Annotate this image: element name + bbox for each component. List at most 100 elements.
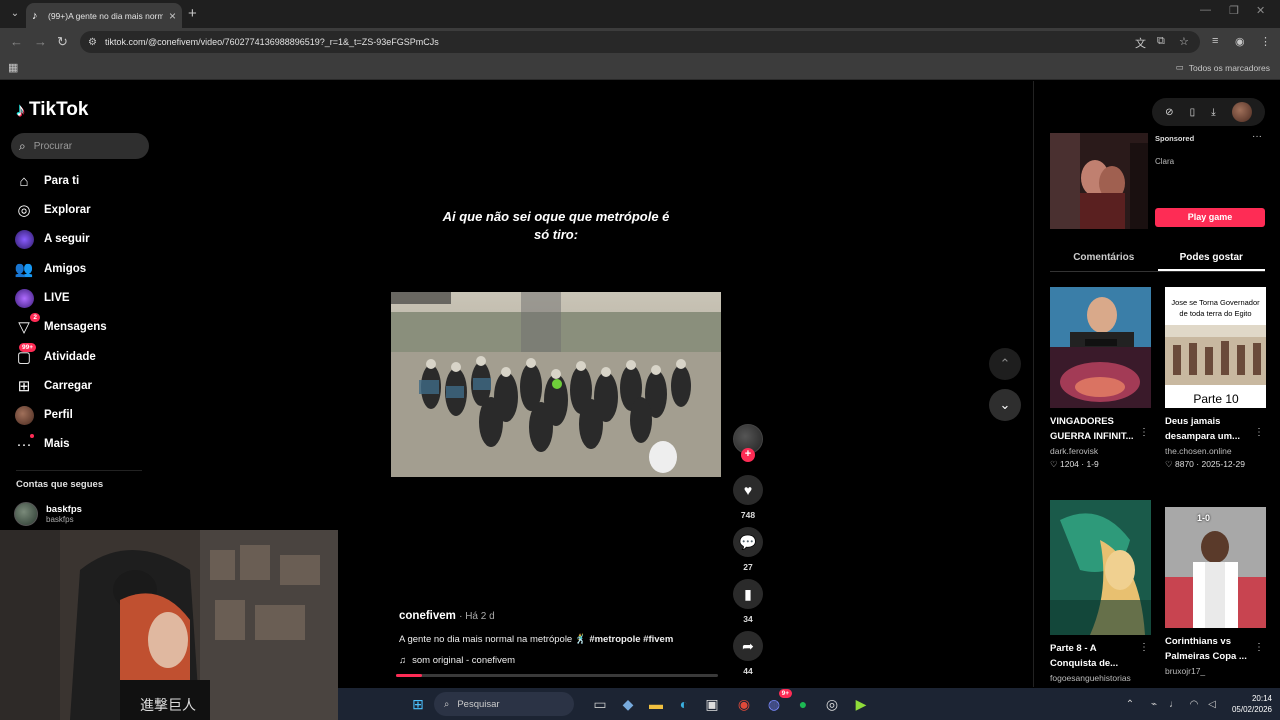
file-explorer-icon[interactable]: ▬: [646, 694, 666, 714]
translate-icon[interactable]: 文: [1135, 35, 1146, 51]
all-bookmarks-button[interactable]: ▭ Todos os marcadores: [1176, 62, 1270, 73]
follow-plus-button[interactable]: +: [741, 448, 755, 462]
site-info-icon[interactable]: ⚙: [88, 37, 97, 48]
apps-grid-icon[interactable]: ▦: [8, 61, 18, 74]
profile-icon[interactable]: ◉: [1235, 35, 1245, 48]
download-icon[interactable]: ⤓: [1211, 107, 1215, 118]
user-avatar[interactable]: [1231, 102, 1252, 122]
account-handle: baskfps: [46, 515, 74, 524]
recommended-video-card[interactable]: VINGADORES GUERRA INFINIT... ⋮ dark.fero…: [1050, 287, 1151, 470]
hashtags[interactable]: #metropole #fivem: [589, 634, 673, 645]
new-tab-icon[interactable]: +: [188, 5, 197, 22]
video-author[interactable]: conefivem · Há 2 d: [399, 610, 495, 622]
recommended-video-card[interactable]: Parte 8 - A Conquista de... ⋮ fogoesangu…: [1050, 500, 1151, 683]
widgets-icon[interactable]: ◆: [618, 694, 638, 714]
maximize-icon[interactable]: ❐: [1229, 4, 1239, 17]
browser-tab[interactable]: ♪ (99+)A gente no dia mais norm ×: [26, 3, 182, 28]
card-more-icon[interactable]: ⋮: [1139, 642, 1149, 653]
save-button[interactable]: ▮: [733, 579, 763, 609]
edge-icon[interactable]: ◐: [674, 694, 694, 714]
ad-name: Clara: [1155, 157, 1175, 166]
recommended-video-card[interactable]: 1-0 Corinthians vs Palmeiras Copa ... ⋮ …: [1165, 507, 1266, 676]
taskbar-search[interactable]: ⌕ Pesquisar: [434, 692, 574, 716]
video-description: A gente no dia mais normal na metrópole …: [399, 634, 673, 645]
sidebar-item-mais[interactable]: ··· Mais: [14, 431, 70, 457]
like-count: 748: [740, 510, 756, 520]
tiktok-logo[interactable]: ♪ TikTok: [16, 99, 88, 121]
spotify-icon[interactable]: ●: [793, 694, 813, 714]
previous-video-button[interactable]: ⌃: [989, 348, 1021, 380]
chrome-icon[interactable]: ◉: [734, 694, 754, 714]
clock-date: 05/02/2026: [1231, 705, 1272, 714]
search-input[interactable]: ⌕ Procurar: [11, 133, 149, 159]
next-video-button[interactable]: ⌄: [989, 389, 1021, 421]
card-more-icon[interactable]: ⋮: [1254, 427, 1264, 438]
back-icon[interactable]: ←: [10, 34, 23, 49]
sidebar-item-para-ti[interactable]: ⌂ Para ti: [14, 168, 79, 194]
wifi-icon[interactable]: ◠: [1184, 694, 1204, 714]
followed-account[interactable]: baskfps baskfps: [14, 502, 82, 526]
sidebar-item-carregar[interactable]: ⊞ Carregar: [14, 373, 92, 399]
sidebar-item-live[interactable]: LIVE: [14, 285, 70, 311]
like-button[interactable]: ♥: [733, 475, 763, 505]
sidebar-item-label: Explorar: [44, 204, 91, 216]
close-window-icon[interactable]: ✕: [1256, 4, 1265, 17]
sidebar-item-atividade[interactable]: ▢ 99+ Atividade: [14, 343, 96, 370]
sidebar-item-explorar[interactable]: ◎ Explorar: [14, 197, 91, 223]
coins-icon[interactable]: ⊘: [1165, 107, 1173, 118]
close-tab-icon[interactable]: ×: [169, 9, 176, 23]
top-actions: ⊘ ▯ ⤓: [1152, 98, 1265, 126]
card-date: 2025-12-29: [1201, 459, 1245, 469]
profile-avatar-icon: [14, 405, 34, 425]
sidebar-item-mensagens[interactable]: ▽ 2 Mensagens: [14, 313, 107, 340]
tab-comentarios[interactable]: Comentários: [1050, 245, 1158, 271]
card-author: fogoesanguehistorias: [1050, 673, 1131, 683]
mic-icon[interactable]: ♩: [1164, 694, 1184, 714]
bookmark-star-icon[interactable]: ☆: [1179, 35, 1189, 48]
task-view-icon[interactable]: ▭: [590, 694, 610, 714]
forward-icon[interactable]: →: [34, 34, 47, 49]
device-icon[interactable]: ▯: [1190, 107, 1196, 118]
discord-badge: 9+: [778, 689, 792, 698]
menu-icon[interactable]: ⋮: [1260, 35, 1271, 48]
comment-button[interactable]: 💬: [733, 527, 763, 557]
reload-icon[interactable]: ↻: [57, 34, 68, 50]
play-game-button[interactable]: Play game: [1155, 208, 1265, 227]
card-likes: 8870: [1174, 459, 1194, 469]
video-player[interactable]: [391, 292, 721, 477]
app-icon[interactable]: ▶: [851, 694, 871, 714]
discord-icon[interactable]: ◍ 9+: [764, 689, 792, 714]
ad-more-icon[interactable]: ···: [1252, 131, 1262, 142]
card-title: Deus jamais desampara um...: [1165, 416, 1240, 442]
video-progress-bar[interactable]: [396, 674, 718, 677]
search-icon: ⌕: [19, 138, 26, 153]
card-more-icon[interactable]: ⋮: [1254, 642, 1264, 653]
minimize-icon[interactable]: —: [1200, 4, 1211, 16]
card-date: 1-9: [1086, 459, 1099, 469]
obs-icon[interactable]: ◎: [822, 694, 842, 714]
volume-icon[interactable]: ◁: [1202, 694, 1222, 714]
recommended-video-card[interactable]: Jose se Torna Governador de toda terra d…: [1165, 287, 1266, 470]
store-icon[interactable]: ▣: [702, 694, 722, 714]
system-clock[interactable]: 20:14 05/02/2026: [1232, 693, 1272, 715]
reading-list-icon[interactable]: ≡: [1212, 35, 1218, 47]
sidebar-item-label: Mais: [44, 438, 70, 450]
share-button[interactable]: ➦: [733, 631, 763, 661]
tray-overflow-icon[interactable]: ⌃: [1120, 694, 1140, 714]
sound-link[interactable]: ♫ som original - conefivem: [399, 655, 515, 666]
card-more-icon[interactable]: ⋮: [1139, 427, 1149, 438]
address-bar[interactable]: ⚙ tiktok.com/@conefivem/video/7602774136…: [80, 31, 1200, 53]
windows-start-icon[interactable]: ⊞: [408, 694, 428, 714]
webcam-overlay: 進撃巨人: [0, 530, 338, 720]
tab-search-icon[interactable]: ⌄: [6, 5, 24, 23]
sidebar-item-a-seguir[interactable]: A seguir: [14, 226, 90, 252]
network-icon[interactable]: ⌁: [1144, 694, 1164, 714]
sidebar-item-perfil[interactable]: Perfil: [14, 402, 73, 428]
sponsored-label: Sponsored: [1155, 134, 1195, 143]
tab-podes-gostar[interactable]: Podes gostar: [1157, 245, 1265, 271]
ad-thumbnail[interactable]: [1050, 133, 1148, 229]
card-overlay-text: Jose se Torna Governador de toda terra d…: [1167, 297, 1264, 319]
cast-icon[interactable]: ⧉: [1157, 35, 1165, 48]
chevron-down-icon: ⌄: [999, 397, 1011, 412]
sidebar-item-amigos[interactable]: 👥 Amigos: [14, 256, 87, 282]
